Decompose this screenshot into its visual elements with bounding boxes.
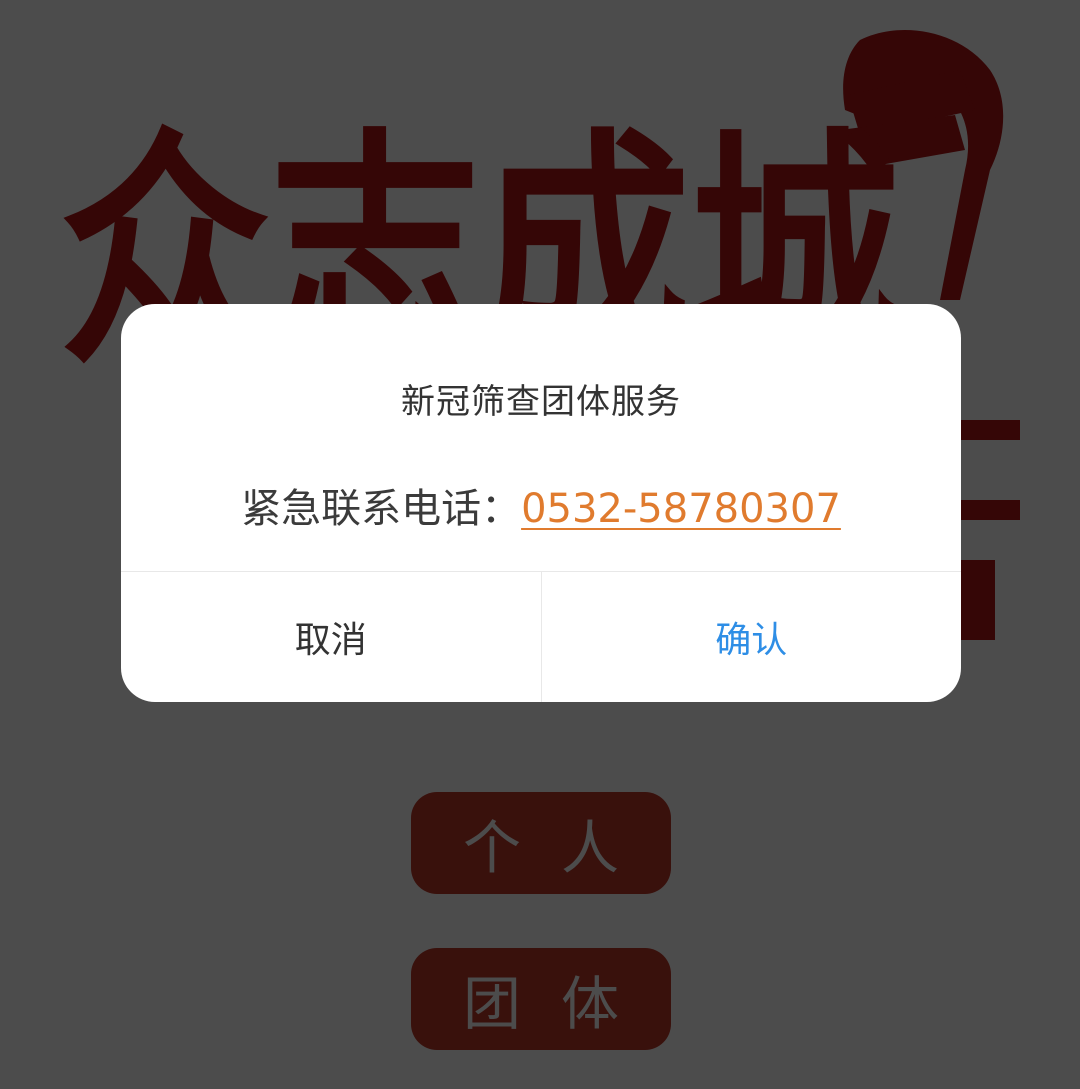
contact-label: 紧急联系电话： [241, 486, 522, 532]
dialog-footer: 取消 确认 [121, 571, 961, 702]
confirm-button[interactable]: 确认 [542, 572, 962, 702]
dialog-title: 新冠筛查团体服务 [401, 382, 681, 422]
phone-link[interactable]: 0532-58780307 [521, 486, 841, 532]
cancel-button[interactable]: 取消 [121, 572, 542, 702]
screen: 众志成城 个人 团体 新冠筛查团体服务 紧急联系电话：0532-58780307… [0, 0, 1080, 1089]
contact-dialog: 新冠筛查团体服务 紧急联系电话：0532-58780307 取消 确认 [121, 304, 961, 702]
dialog-content: 紧急联系电话：0532-58780307 [121, 476, 961, 534]
